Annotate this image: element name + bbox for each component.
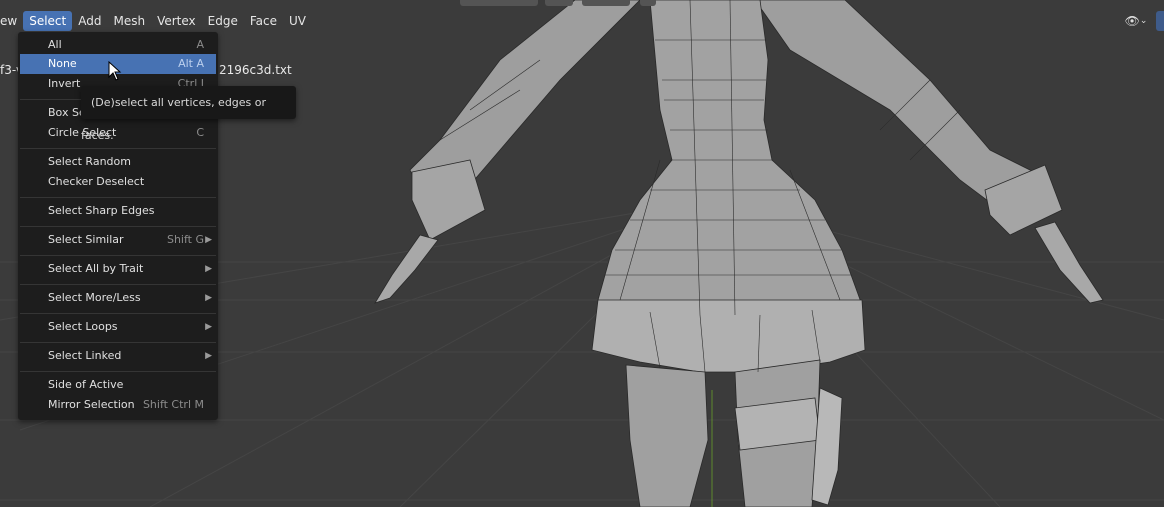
menu-item-circle-select[interactable]: Circle SelectC	[20, 123, 216, 143]
menu-separator	[20, 226, 216, 227]
menu-item-label: Select More/Less	[48, 291, 141, 304]
character-mesh	[374, 0, 1104, 507]
menu-item-select-loops[interactable]: Select Loops ▶	[20, 317, 216, 337]
uv-menu[interactable]: UV	[283, 11, 312, 31]
menu-separator	[20, 371, 216, 372]
menu-item-label: Side of Active	[48, 378, 124, 391]
menu-separator	[20, 313, 216, 314]
menu-item-label: Select Similar	[48, 233, 124, 246]
view-menu[interactable]: ew	[0, 11, 23, 31]
menu-item-label: Select Random	[48, 155, 131, 168]
top-toolbar-remnant	[640, 0, 656, 6]
menu-item-label: Invert	[48, 77, 81, 90]
menu-item-checker-deselect[interactable]: Checker Deselect	[20, 172, 216, 192]
eye-icon: 👁	[1124, 14, 1140, 28]
menu-item-label: Select Sharp Edges	[48, 204, 155, 217]
menu-item-label: Select All by Trait	[48, 262, 144, 275]
submenu-arrow-icon: ▶	[205, 235, 212, 245]
mesh-menu[interactable]: Mesh	[107, 11, 151, 31]
menu-item-all[interactable]: All A	[20, 35, 216, 55]
shortcut-label: Shift G	[166, 233, 204, 246]
shortcut-label: A	[196, 38, 204, 51]
submenu-arrow-icon: ▶	[205, 264, 212, 274]
menu-item-label: Checker Deselect	[48, 175, 145, 188]
menu-item-select-all-by-trait[interactable]: Select All by Trait ▶	[20, 259, 216, 279]
top-toolbar-remnant	[582, 0, 630, 6]
face-menu[interactable]: Face	[244, 11, 283, 31]
menu-item-label: Mirror Selection	[48, 398, 135, 411]
editor-header: ew Select Add Mesh Vertex Edge Face UV	[0, 8, 312, 34]
menu-item-mirror-selection[interactable]: Mirror Selection Shift Ctrl M	[20, 395, 216, 415]
gizmo-toggle-button[interactable]	[1156, 11, 1164, 31]
add-menu[interactable]: Add	[72, 11, 107, 31]
viewport-right-tools: 👁 ⌄	[1120, 11, 1164, 31]
shortcut-label: Alt A	[178, 57, 204, 70]
submenu-arrow-icon: ▶	[205, 351, 212, 361]
top-toolbar-remnant	[545, 0, 573, 6]
shortcut-label: C	[196, 126, 204, 139]
tooltip: (De)select all vertices, edges or faces.	[81, 86, 296, 142]
menu-item-select-sharp-edges[interactable]: Select Sharp Edges	[20, 201, 216, 221]
menu-item-select-more-less[interactable]: Select More/Less ▶	[20, 288, 216, 308]
viewport-overlay-filename: 2196c3d.txt	[219, 63, 292, 77]
menu-item-label: None	[48, 57, 77, 70]
select-menu[interactable]: Select	[23, 11, 73, 31]
menu-separator	[20, 255, 216, 256]
edge-menu[interactable]: Edge	[202, 11, 244, 31]
shortcut-label: Shift Ctrl M	[142, 398, 204, 411]
menu-item-label: All	[48, 38, 62, 51]
submenu-arrow-icon: ▶	[205, 293, 212, 303]
mouse-cursor-icon	[108, 61, 122, 81]
menu-item-side-of-active[interactable]: Side of Active	[20, 375, 216, 395]
menu-item-select-linked[interactable]: Select Linked ▶	[20, 346, 216, 366]
menu-separator	[20, 342, 216, 343]
menu-item-label: Select Linked	[48, 349, 122, 362]
menu-separator	[20, 148, 216, 149]
submenu-arrow-icon: ▶	[205, 322, 212, 332]
menu-separator	[20, 197, 216, 198]
chevron-down-icon: ⌄	[1139, 16, 1148, 26]
top-toolbar-remnant	[460, 0, 538, 6]
menu-separator	[20, 284, 216, 285]
vertex-menu[interactable]: Vertex	[151, 11, 202, 31]
menu-item-label: Select Loops	[48, 320, 118, 333]
visibility-dropdown[interactable]: 👁 ⌄	[1120, 11, 1152, 31]
menu-item-select-random[interactable]: Select Random	[20, 152, 216, 172]
menu-item-select-similar[interactable]: Select Similar Shift G ▶	[20, 230, 216, 250]
